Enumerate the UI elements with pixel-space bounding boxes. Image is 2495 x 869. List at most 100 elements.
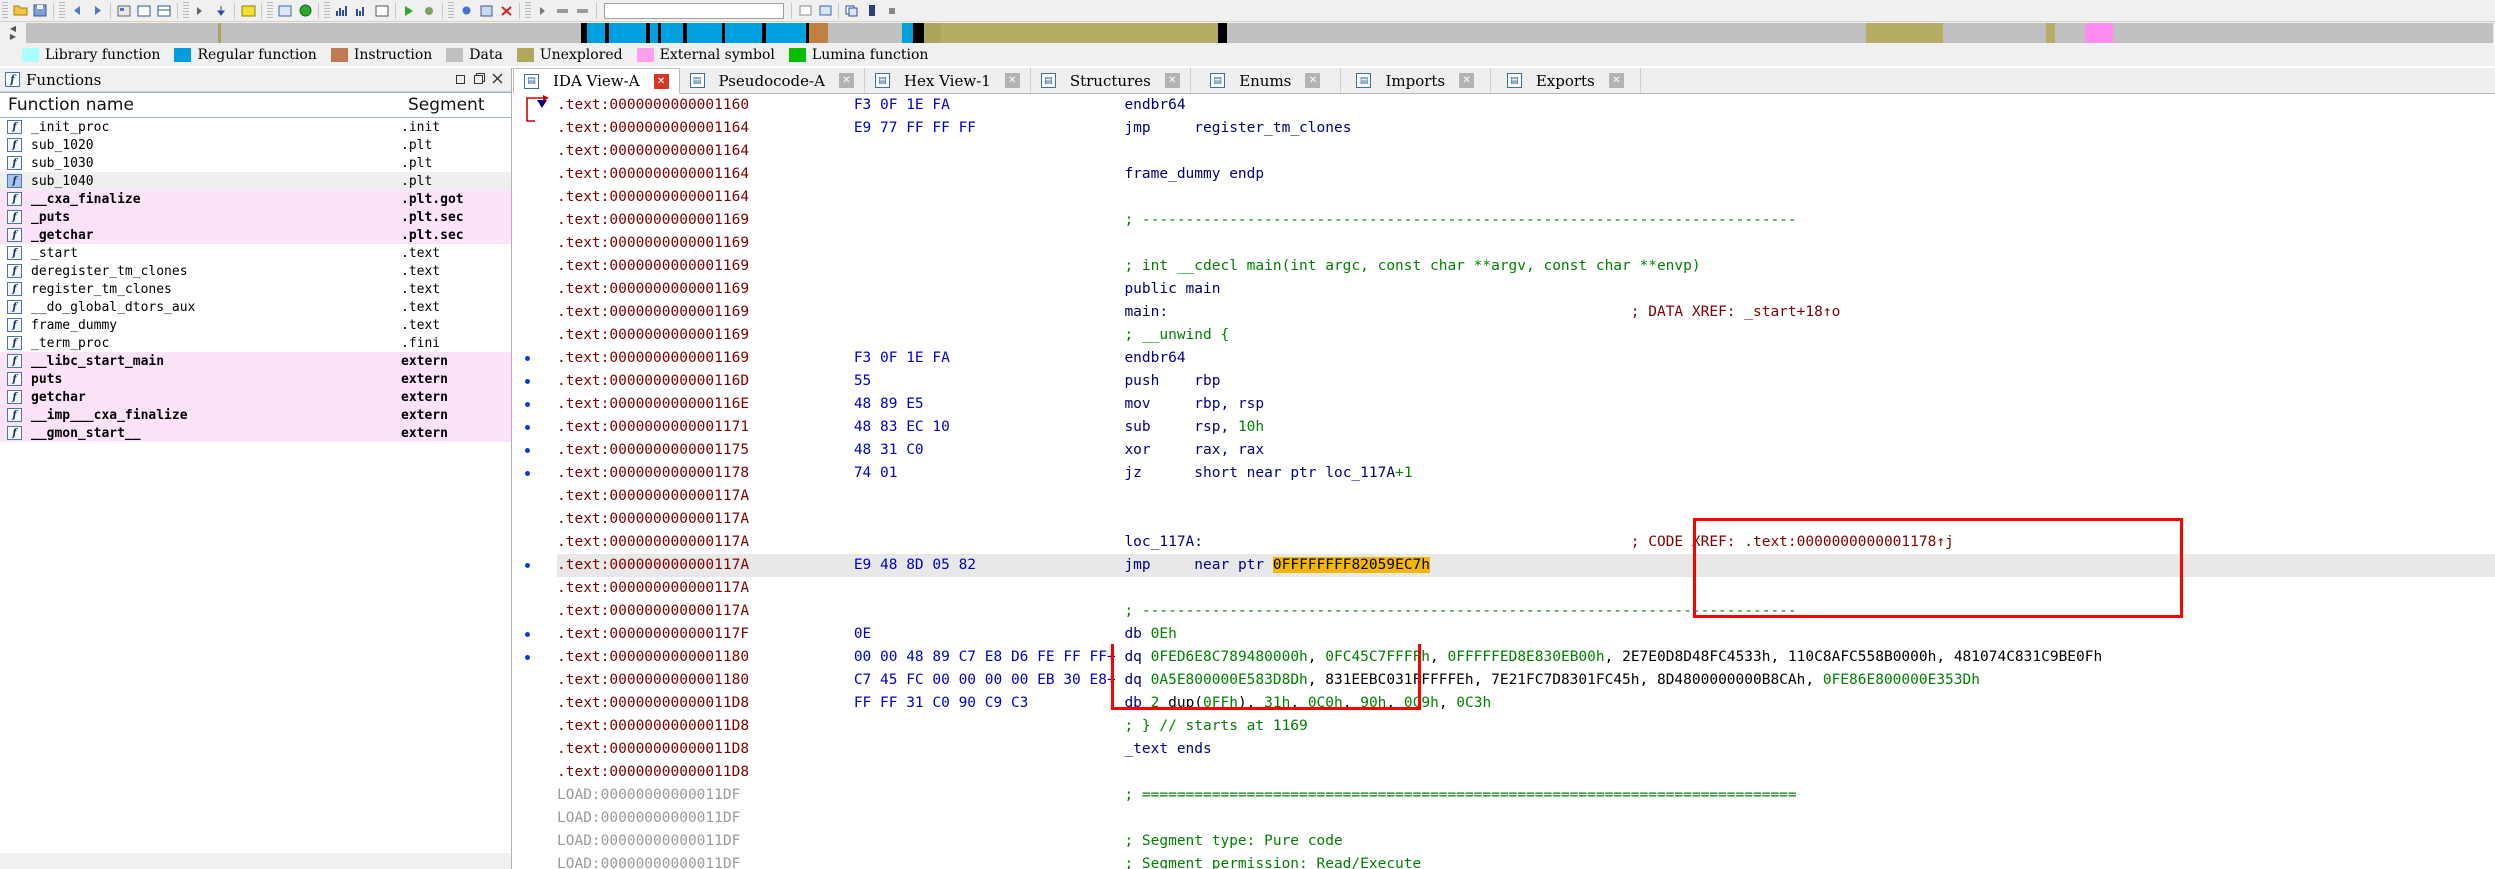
toolbar-grip-5[interactable] (324, 1, 330, 20)
disassembly-line[interactable]: .text:000000000000117A loc_117A: ; CODE … (557, 531, 2495, 554)
tab-structures[interactable]: ▤ Structures ✕ (1030, 68, 1191, 93)
breakpoint-marker-icon[interactable] (525, 471, 530, 476)
disassembly-line[interactable]: .text:0000000000001164 frame_dummy endp (557, 163, 2495, 186)
disassembly-line[interactable]: .text:0000000000001178 74 01 jz short ne… (525, 462, 2495, 485)
hex-view-icon[interactable] (135, 2, 153, 19)
nav-band-segment[interactable] (2084, 23, 2114, 43)
functions-table-header[interactable]: Function name Segment (0, 92, 511, 118)
function-list-row[interactable]: f _term_proc .fini (0, 334, 511, 352)
disassembly-line[interactable]: .text:0000000000001164 E9 77 FF FF FF jm… (557, 117, 2495, 140)
chart-icon[interactable] (333, 2, 351, 19)
toolbar-grip-6[interactable] (448, 1, 454, 20)
step-forward-icon[interactable] (192, 2, 210, 19)
tab-hex-view-1[interactable]: ▤ Hex View-1 ✕ (864, 68, 1031, 93)
disassembly-line[interactable]: .text:000000000000116D 55 push rbp (525, 370, 2495, 393)
disassembly-line[interactable]: .text:000000000000117A E9 48 8D 05 82 jm… (525, 554, 2495, 577)
tab-exports[interactable]: ▤ Exports ✕ (1490, 68, 1641, 93)
restore-icon[interactable] (456, 73, 467, 87)
close-icon[interactable] (492, 73, 503, 87)
tab-close-icon[interactable]: ✕ (1004, 73, 1020, 88)
disassembly-line[interactable]: LOAD:00000000000011DF (557, 807, 2495, 830)
notepad-icon[interactable] (239, 2, 257, 19)
function-list-row[interactable]: f sub_1040 .plt (0, 172, 511, 190)
disassembly-line[interactable]: .text:0000000000001180 C7 45 FC 00 00 00… (557, 669, 2495, 692)
structures-view-icon[interactable] (155, 2, 173, 19)
disassembly-line[interactable]: .text:0000000000001164 (557, 140, 2495, 163)
breakpoint-marker-icon[interactable] (525, 448, 530, 453)
function-list-row[interactable]: f _init_proc .init (0, 118, 511, 136)
tab-close-icon[interactable]: ✕ (838, 73, 854, 88)
tab-pseudocode-a[interactable]: ▤ Pseudocode-A ✕ (679, 68, 865, 93)
disassembly-line[interactable]: .text:0000000000001169 public main (557, 278, 2495, 301)
nav-band-segment[interactable] (1227, 23, 1867, 43)
nav-band-segment[interactable] (941, 23, 1218, 43)
nav-band-segment[interactable] (2046, 23, 2056, 43)
disassembly-line[interactable]: .text:000000000000117A ; ---------------… (557, 600, 2495, 623)
nav-band-segment[interactable] (766, 23, 806, 43)
nav-band-segment[interactable] (26, 23, 219, 43)
disassembly-lines[interactable]: .text:0000000000001160 F3 0F 1E FA endbr… (525, 94, 2495, 869)
column-header-function-name[interactable]: Function name (0, 95, 400, 115)
tab-enums[interactable]: ▤ Enums ✕ (1190, 68, 1341, 93)
back-arrow-icon[interactable] (68, 2, 86, 19)
disassembly-line[interactable]: .text:00000000000011D8 FF FF 31 C0 90 C9… (557, 692, 2495, 715)
tab-close-icon[interactable]: ✕ (1164, 73, 1180, 88)
nav-band-segment[interactable] (923, 23, 942, 43)
function-list-row[interactable]: f frame_dummy .text (0, 316, 511, 334)
disassembly-line[interactable]: .text:0000000000001169 F3 0F 1E FA endbr… (525, 347, 2495, 370)
nav-band-segment[interactable] (2113, 23, 2493, 43)
breakpoint-marker-icon[interactable] (525, 655, 530, 660)
function-list-row[interactable]: f _start .text (0, 244, 511, 262)
nav-band-segment[interactable] (827, 23, 902, 43)
tab-close-icon[interactable]: ✕ (653, 73, 669, 89)
function-list-row[interactable]: f __do_global_dtors_aux .text (0, 298, 511, 316)
nav-band-segment[interactable] (809, 23, 828, 43)
function-list-row[interactable]: f _puts .plt.sec (0, 208, 511, 226)
function-list-row[interactable]: f getchar extern (0, 388, 511, 406)
toolbar-grip-2[interactable] (59, 1, 65, 20)
step-out-icon[interactable] (574, 2, 592, 19)
breakpoint-marker-icon[interactable] (525, 425, 530, 430)
window-maximize-icon[interactable] (816, 2, 834, 19)
toolbar-grip-4[interactable] (267, 1, 273, 20)
column-header-segment[interactable]: Segment (400, 95, 510, 115)
nav-band-segment[interactable] (912, 23, 924, 43)
save-file-icon[interactable] (31, 2, 49, 19)
disassembly-line[interactable]: .text:000000000000117F 0E db 0Eh (525, 623, 2495, 646)
delete-icon[interactable] (497, 2, 515, 19)
function-list-row[interactable]: f __libc_start_main extern (0, 352, 511, 370)
function-list-row[interactable]: f deregister_tm_clones .text (0, 262, 511, 280)
disassembly-line[interactable]: .text:00000000000011D8 _text ends (557, 738, 2495, 761)
disassembly-line[interactable]: LOAD:00000000000011DF ; Segment permissi… (557, 853, 2495, 869)
run-debug-icon[interactable] (400, 2, 418, 19)
nav-band-segment[interactable] (661, 23, 684, 43)
function-list-row[interactable]: f puts extern (0, 370, 511, 388)
navigation-band[interactable] (26, 23, 2493, 43)
tab-ida-view-a[interactable]: ▤ IDA View-A ✕ (513, 68, 680, 94)
disassembly-line[interactable]: .text:0000000000001169 ; __unwind { (557, 324, 2495, 347)
disassembly-line[interactable]: .text:0000000000001169 (557, 232, 2495, 255)
nav-band-segment[interactable] (1217, 23, 1228, 43)
function-list-row[interactable]: f sub_1030 .plt (0, 154, 511, 172)
disassembly-line[interactable]: .text:000000000000117A (557, 485, 2495, 508)
nav-band-segment[interactable] (587, 23, 605, 43)
disassembly-line[interactable]: .text:0000000000001169 ; int __cdecl mai… (557, 255, 2495, 278)
window-tile-icon[interactable] (276, 2, 294, 19)
disassembly-line[interactable]: .text:000000000000117A (557, 577, 2495, 600)
disassembly-line[interactable]: .text:0000000000001171 48 83 EC 10 sub r… (525, 416, 2495, 439)
breakpoint-marker-icon[interactable] (525, 379, 530, 384)
disassembly-line[interactable]: .text:0000000000001175 48 31 C0 xor rax,… (525, 439, 2495, 462)
nav-band-segment[interactable] (608, 23, 646, 43)
copy-icon[interactable] (843, 2, 861, 19)
nav-band-segment[interactable] (1942, 23, 2047, 43)
disassembly-line[interactable]: LOAD:00000000000011DF ; Segment type: Pu… (557, 830, 2495, 853)
breakpoint-marker-icon[interactable] (525, 356, 530, 361)
function-list-row[interactable]: f __gmon_start__ extern (0, 424, 511, 442)
view-tab-bar[interactable]: ▤ IDA View-A ✕ ▤ Pseudocode-A ✕ ▤ Hex View-1 ✕ ▤ S… (513, 68, 2495, 94)
disassembly-line[interactable]: .text:0000000000001169 main: ; DATA XREF… (557, 301, 2495, 324)
more-options-icon[interactable] (883, 2, 901, 19)
toolbar-search-combo[interactable] (604, 2, 784, 19)
paste-icon[interactable] (863, 2, 881, 19)
function-list-row[interactable]: f register_tm_clones .text (0, 280, 511, 298)
tab-imports[interactable]: ▤ Imports ✕ (1340, 68, 1491, 93)
